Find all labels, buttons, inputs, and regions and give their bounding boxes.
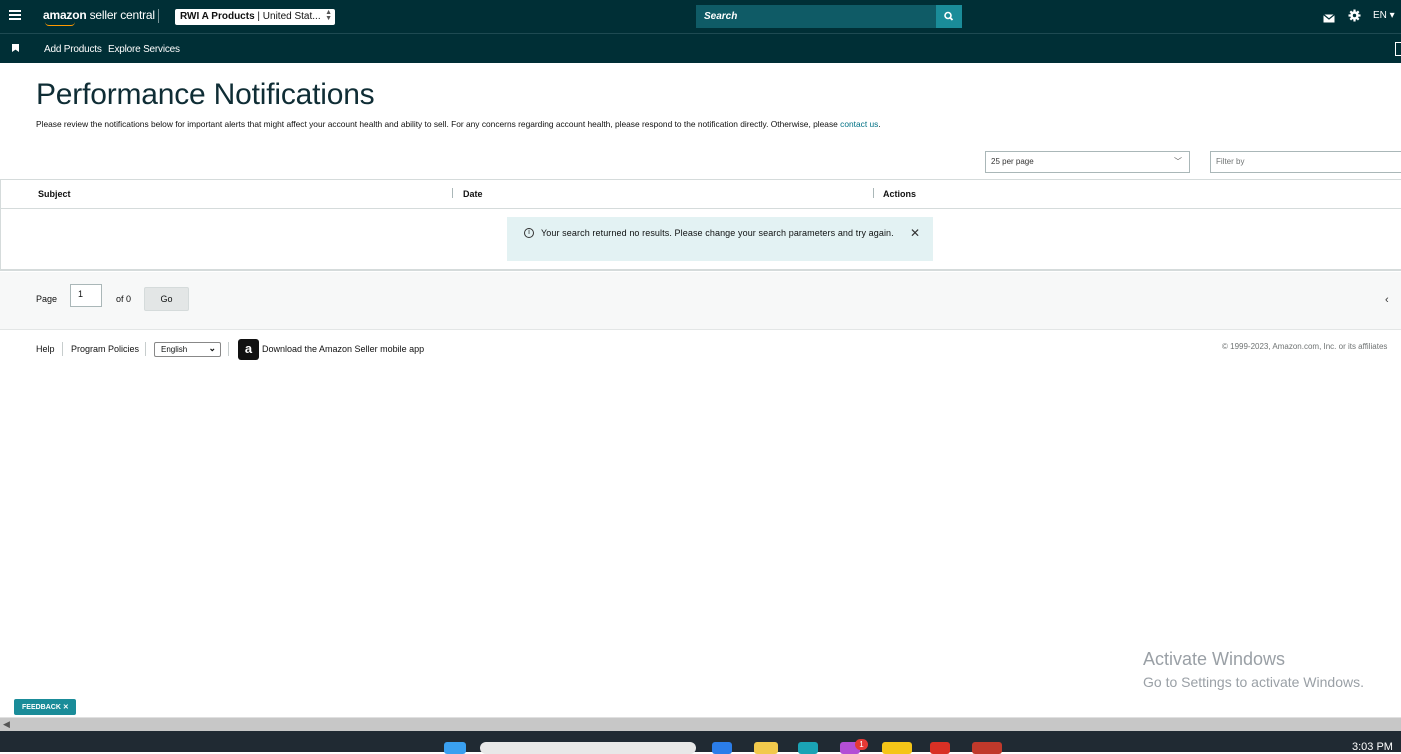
filter-input[interactable]: Filter by: [1210, 151, 1401, 173]
logo-divider: [158, 9, 159, 23]
contact-us-link[interactable]: contact us: [840, 119, 878, 129]
footer-divider: [145, 342, 146, 356]
chevron-left-icon[interactable]: ‹: [1385, 294, 1389, 306]
edge-icon[interactable]: [798, 742, 818, 754]
updown-arrows-icon: ▲ ▼: [325, 9, 332, 22]
taskbar-clock[interactable]: 3:03 PM: [1352, 741, 1393, 753]
program-policies-link[interactable]: Program Policies: [71, 344, 139, 354]
language-selector[interactable]: EN ▾: [1373, 10, 1395, 21]
chevron-down-icon: ﹀: [1174, 157, 1182, 166]
copilot-icon[interactable]: [712, 742, 732, 754]
table-header: Subject Date Actions: [0, 179, 1401, 209]
account-name: RWI A Products: [180, 11, 255, 22]
windows-taskbar: 1 3:03 PM: [0, 731, 1401, 754]
scroll-left-icon[interactable]: ◀: [3, 719, 10, 730]
gear-icon[interactable]: [1348, 9, 1361, 25]
sticky-notes-icon[interactable]: [882, 742, 912, 754]
feedback-button[interactable]: FEEDBACK ✕: [14, 699, 76, 715]
column-divider: [452, 188, 453, 198]
horizontal-scrollbar[interactable]: ◀: [0, 717, 1401, 731]
account-region: | United Stat...: [254, 11, 321, 22]
chrome-profile-icon[interactable]: [972, 742, 1002, 754]
copyright: © 1999-2023, Amazon.com, Inc. or its aff…: [1222, 342, 1388, 351]
help-link[interactable]: Help: [36, 344, 55, 354]
search-button[interactable]: [936, 5, 962, 28]
nav-explore-services[interactable]: Explore Services: [108, 44, 180, 55]
no-results-alert: i Your search returned no results. Pleas…: [507, 217, 933, 261]
pagination-bar: [0, 272, 1401, 330]
activate-windows-subtitle: Go to Settings to activate Windows.: [1143, 674, 1364, 690]
column-divider: [873, 188, 874, 198]
page-label: Page: [36, 294, 58, 304]
chevron-down-icon: ⌄: [208, 343, 216, 353]
page-count: of 0: [116, 294, 132, 304]
amazon-app-icon[interactable]: a: [238, 339, 259, 360]
edge-panel-toggle[interactable]: [1395, 42, 1401, 56]
mail-icon[interactable]: [1323, 11, 1335, 29]
sub-navigation-bar: [0, 33, 1401, 63]
seller-central-logo[interactable]: amazon seller central: [43, 8, 155, 26]
footer-divider: [62, 342, 63, 356]
search-input[interactable]: Search: [696, 5, 936, 28]
alert-message: Your search returned no results. Please …: [541, 228, 894, 238]
column-date[interactable]: Date: [463, 189, 483, 199]
hamburger-menu-icon[interactable]: [9, 10, 21, 20]
nav-add-products[interactable]: Add Products: [44, 44, 102, 55]
page-description: Please review the notifications below fo…: [36, 119, 881, 129]
column-subject[interactable]: Subject: [38, 189, 71, 199]
page-number-input[interactable]: 1: [70, 284, 102, 307]
chrome-icon[interactable]: [930, 742, 950, 754]
windows-start-icon[interactable]: [444, 742, 466, 754]
download-app-link[interactable]: Download the Amazon Seller mobile app: [262, 344, 424, 354]
account-switcher[interactable]: RWI A Products | United Stat... ▲ ▼: [175, 9, 335, 25]
column-actions: Actions: [883, 189, 917, 199]
page-title: Performance Notifications: [36, 78, 375, 111]
search-icon: [944, 11, 954, 21]
file-explorer-icon[interactable]: [754, 742, 778, 754]
taskbar-search-box[interactable]: [480, 742, 696, 754]
close-icon[interactable]: ✕: [910, 226, 920, 240]
per-page-select[interactable]: 25 per page ﹀: [985, 151, 1190, 173]
notification-badge: 1: [855, 739, 868, 750]
go-button[interactable]: Go: [144, 287, 189, 311]
info-icon: i: [524, 228, 534, 238]
footer-language-select[interactable]: English ⌄: [154, 342, 221, 357]
footer-divider: [228, 342, 229, 356]
activate-windows-title: Activate Windows: [1143, 649, 1286, 669]
